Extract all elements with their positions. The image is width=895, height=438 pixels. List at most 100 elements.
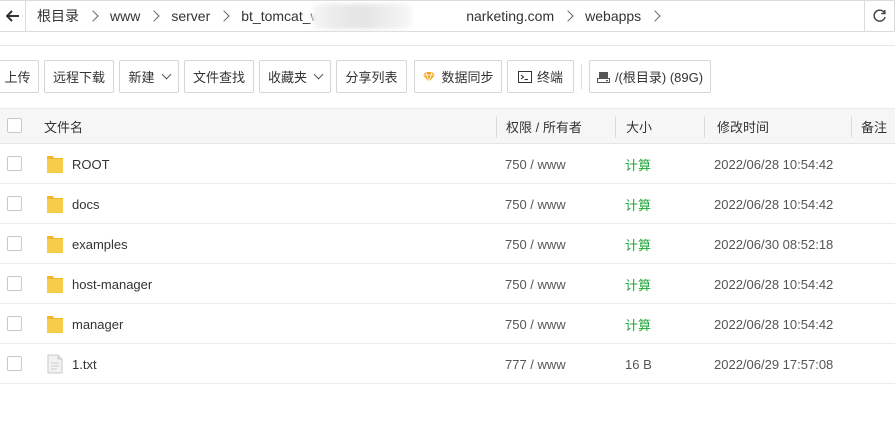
column-modified-label: 修改时间 — [717, 119, 770, 135]
crumb-server[interactable]: server — [160, 1, 230, 31]
crumb-webapps[interactable]: webapps — [574, 1, 661, 31]
row-checkbox[interactable] — [7, 196, 22, 211]
terminal-label: 终端 — [536, 70, 563, 85]
folder-icon — [47, 276, 63, 293]
share-list-button[interactable]: 分享列表 — [336, 60, 407, 93]
refresh-icon — [872, 9, 886, 22]
remote-download-button[interactable]: 远程下载 — [44, 60, 114, 93]
calculate-size-link[interactable]: 计算 — [625, 144, 651, 184]
column-divider — [615, 116, 616, 138]
data-sync-label: 数据同步 — [441, 70, 494, 85]
upload-button[interactable]: 上传 — [0, 60, 39, 93]
redacted-blur — [312, 4, 412, 29]
data-sync-button[interactable]: 数据同步 — [414, 60, 502, 93]
column-size[interactable]: 大小 — [626, 109, 652, 143]
column-name[interactable]: 文件名 — [44, 109, 83, 143]
column-permission[interactable]: 权限 / 所有者 — [506, 109, 582, 143]
row-checkbox[interactable] — [7, 356, 22, 371]
file-permission[interactable]: 750 / www — [505, 304, 566, 344]
row-checkbox[interactable] — [7, 276, 22, 291]
share-list-label: 分享列表 — [345, 70, 398, 85]
table-row[interactable]: host-manager 750 / www 计算 2022/06/28 10:… — [0, 264, 895, 304]
calculate-size-link[interactable]: 计算 — [625, 224, 651, 264]
terminal-icon — [517, 70, 532, 83]
toolbar-divider — [581, 64, 582, 89]
calculate-size-link[interactable]: 计算 — [625, 264, 651, 304]
column-modified[interactable]: 修改时间 — [717, 109, 769, 143]
table-row[interactable]: 1.txt 777 / www 16 B 2022/06/29 17:57:08 — [0, 344, 895, 384]
chevron-right-icon — [562, 10, 574, 22]
folder-icon — [47, 236, 63, 253]
table-row[interactable]: examples 750 / www 计算 2022/06/30 08:52:1… — [0, 224, 895, 264]
row-checkbox[interactable] — [7, 236, 22, 251]
file-mtime: 2022/06/28 10:54:42 — [714, 156, 834, 172]
folder-icon — [47, 196, 63, 213]
path-bar: 根目录 www server bt_tomcat_web narketing.c… — [0, 0, 895, 32]
column-name-label: 文件名 — [44, 119, 84, 135]
row-checkbox[interactable] — [7, 316, 22, 331]
chevron-down-icon — [161, 69, 171, 80]
file-mtime: 2022/06/28 10:54:42 — [714, 316, 834, 332]
disk-label: /(根目录) (89G) — [614, 70, 704, 85]
file-mtime: 2022/06/28 10:54:42 — [714, 276, 834, 292]
row-checkbox[interactable] — [7, 156, 22, 171]
file-name[interactable]: examples — [72, 224, 128, 264]
text-file-icon — [47, 354, 63, 374]
calculate-size-link[interactable]: 计算 — [625, 184, 651, 224]
refresh-button[interactable] — [864, 1, 894, 31]
table-row[interactable]: ROOT 750 / www 计算 2022/06/28 10:54:42 — [0, 144, 895, 184]
terminal-button[interactable]: 终端 — [507, 60, 574, 93]
remote-download-label: 远程下载 — [52, 70, 105, 85]
file-permission[interactable]: 750 / www — [505, 184, 566, 224]
file-name[interactable]: manager — [72, 304, 123, 344]
divider — [0, 45, 895, 46]
table-header: 文件名 权限 / 所有者 大小 修改时间 备注 — [0, 108, 895, 144]
column-divider — [704, 116, 705, 138]
select-all-checkbox[interactable] — [7, 118, 22, 133]
column-note-label: 备注 — [861, 119, 888, 135]
column-divider — [851, 116, 852, 138]
calculate-size-link[interactable]: 计算 — [625, 304, 651, 344]
crumb-label[interactable]: webapps — [574, 8, 651, 24]
upload-label: 上传 — [4, 70, 31, 85]
file-mtime: 2022/06/30 08:52:18 — [714, 236, 834, 252]
file-mtime: 2022/06/29 17:57:08 — [714, 356, 834, 372]
folder-icon — [47, 316, 63, 333]
chevron-down-icon — [313, 69, 324, 80]
column-divider — [496, 116, 497, 138]
file-search-button[interactable]: 文件查找 — [184, 60, 254, 93]
column-note[interactable]: 备注 — [861, 109, 887, 143]
file-name[interactable]: host-manager — [72, 264, 152, 304]
crumb-www[interactable]: www — [99, 1, 161, 31]
chevron-right-icon — [148, 10, 161, 22]
back-button[interactable] — [0, 1, 26, 31]
file-permission[interactable]: 777 / www — [505, 344, 566, 384]
new-dropdown-button[interactable]: 新建 — [119, 60, 179, 93]
file-name[interactable]: ROOT — [72, 144, 110, 184]
table-row[interactable]: manager 750 / www 计算 2022/06/28 10:54:42 — [0, 304, 895, 344]
file-permission[interactable]: 750 / www — [505, 224, 566, 264]
crumb-label[interactable]: www — [99, 8, 150, 24]
file-name[interactable]: docs — [72, 184, 99, 224]
folder-icon — [47, 156, 63, 173]
file-permission[interactable]: 750 / www — [505, 264, 566, 304]
favorites-dropdown-button[interactable]: 收藏夹 — [259, 60, 331, 93]
chevron-right-icon — [218, 10, 230, 22]
column-size-label: 大小 — [626, 119, 653, 135]
favorites-label: 收藏夹 — [267, 70, 307, 85]
new-label: 新建 — [128, 70, 155, 85]
table-row[interactable]: docs 750 / www 计算 2022/06/28 10:54:42 — [0, 184, 895, 224]
crumb-label[interactable]: 根目录 — [26, 6, 89, 26]
disk-button[interactable]: /(根目录) (89G) — [589, 60, 711, 93]
file-name[interactable]: 1.txt — [72, 344, 97, 384]
column-permission-label: 权限 / 所有者 — [506, 119, 582, 135]
disk-icon — [596, 71, 610, 83]
crumb-root[interactable]: 根目录 — [26, 1, 99, 31]
file-permission[interactable]: 750 / www — [505, 144, 566, 184]
arrow-left-icon — [5, 10, 19, 22]
file-mtime: 2022/06/28 10:54:42 — [714, 196, 834, 212]
sync-diamond-icon — [423, 71, 436, 82]
crumb-label[interactable]: server — [160, 8, 220, 24]
chevron-right-icon — [87, 10, 99, 22]
file-search-label: 文件查找 — [192, 70, 245, 85]
